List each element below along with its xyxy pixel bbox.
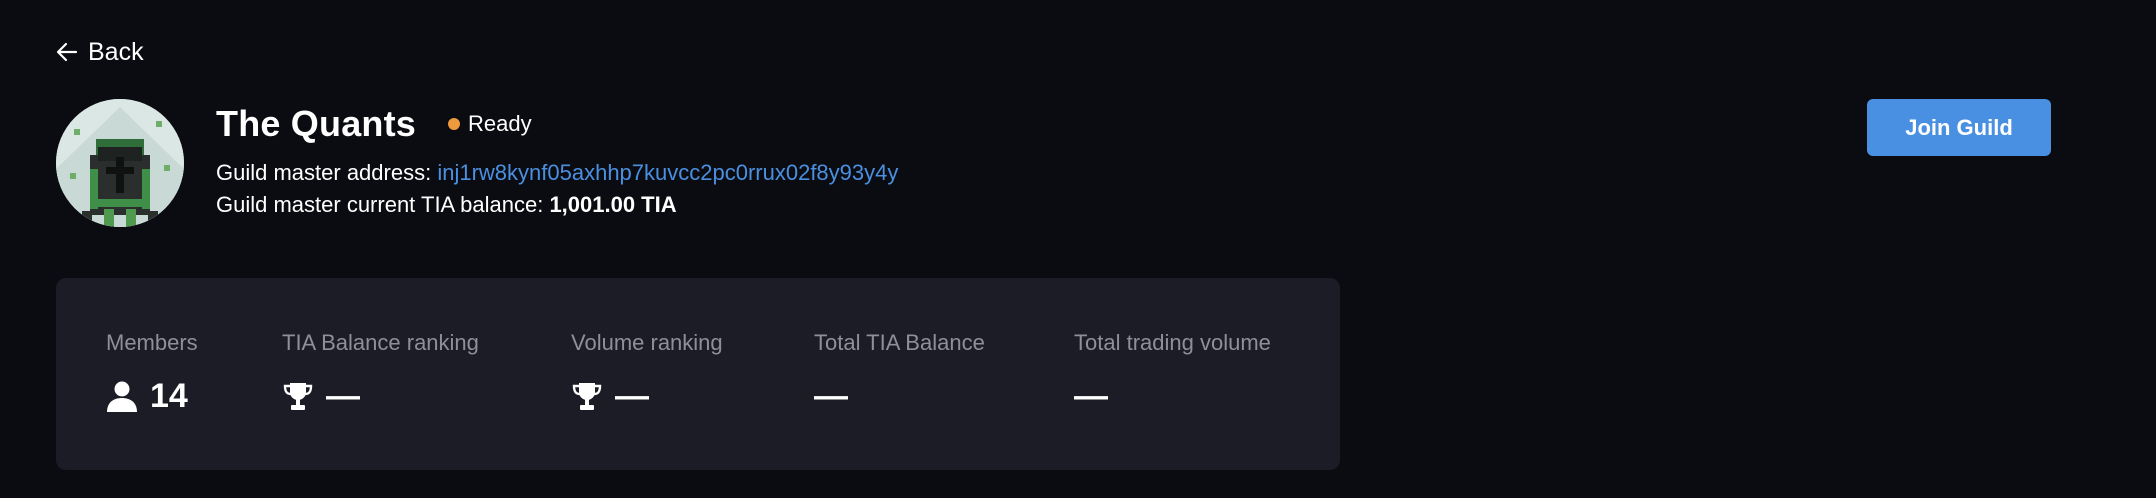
stat-label: Total TIA Balance [814, 330, 985, 355]
trophy-icon [571, 380, 603, 412]
user-icon [106, 380, 138, 412]
master-balance-value: 1,001.00 TIA [549, 192, 677, 217]
volume-ranking-value: — [615, 376, 649, 415]
trophy-icon [282, 380, 314, 412]
back-link[interactable]: Back [56, 34, 144, 70]
stat-value-row: — [814, 376, 985, 416]
stat-label: Volume ranking [571, 330, 723, 355]
stat-value-row: — [282, 376, 479, 416]
guild-header: The Quants Ready Guild master address: i… [56, 99, 898, 227]
guild-info: The Quants Ready Guild master address: i… [216, 101, 898, 221]
guild-name: The Quants [216, 103, 417, 144]
master-address-link[interactable]: inj1rw8kynf05axhhp7kuvcc2pc0rrux02f8y93y… [437, 160, 898, 185]
master-balance-row: Guild master current TIA balance: 1,001.… [216, 189, 898, 221]
total-tia-balance-value: — [814, 376, 848, 415]
guild-title-row: The Quants Ready [216, 101, 898, 147]
stat-total-trading-volume: Total trading volume — [1074, 330, 1271, 416]
arrow-left-icon [56, 41, 78, 63]
master-address-row: Guild master address: inj1rw8kynf05axhhp… [216, 157, 898, 189]
guild-avatar [56, 99, 184, 227]
master-balance-label: Guild master current TIA balance: [216, 192, 544, 217]
stat-value-row: — [1074, 376, 1271, 416]
join-guild-button[interactable]: Join Guild [1867, 99, 2051, 156]
stat-value-row: — [571, 376, 723, 416]
guild-stats-card: Members 14 TIA Balance ranking — Volume … [56, 278, 1340, 470]
stat-label: Members [106, 330, 198, 355]
stat-volume-ranking: Volume ranking — [571, 330, 723, 416]
back-label: Back [88, 37, 144, 66]
master-address-label: Guild master address: [216, 160, 432, 185]
total-trading-volume-value: — [1074, 376, 1108, 415]
status-dot-icon [448, 118, 461, 130]
members-count: 14 [150, 376, 188, 415]
stat-tia-balance-ranking: TIA Balance ranking — [282, 330, 479, 416]
status-badge: Ready [448, 111, 532, 137]
stat-label: Total trading volume [1074, 330, 1271, 355]
tia-balance-ranking-value: — [326, 376, 360, 415]
stat-value-row: 14 [106, 376, 198, 416]
stat-label: TIA Balance ranking [282, 330, 479, 355]
status-label: Ready [468, 111, 532, 136]
stat-members: Members 14 [106, 330, 198, 416]
stat-total-tia-balance: Total TIA Balance — [814, 330, 985, 416]
